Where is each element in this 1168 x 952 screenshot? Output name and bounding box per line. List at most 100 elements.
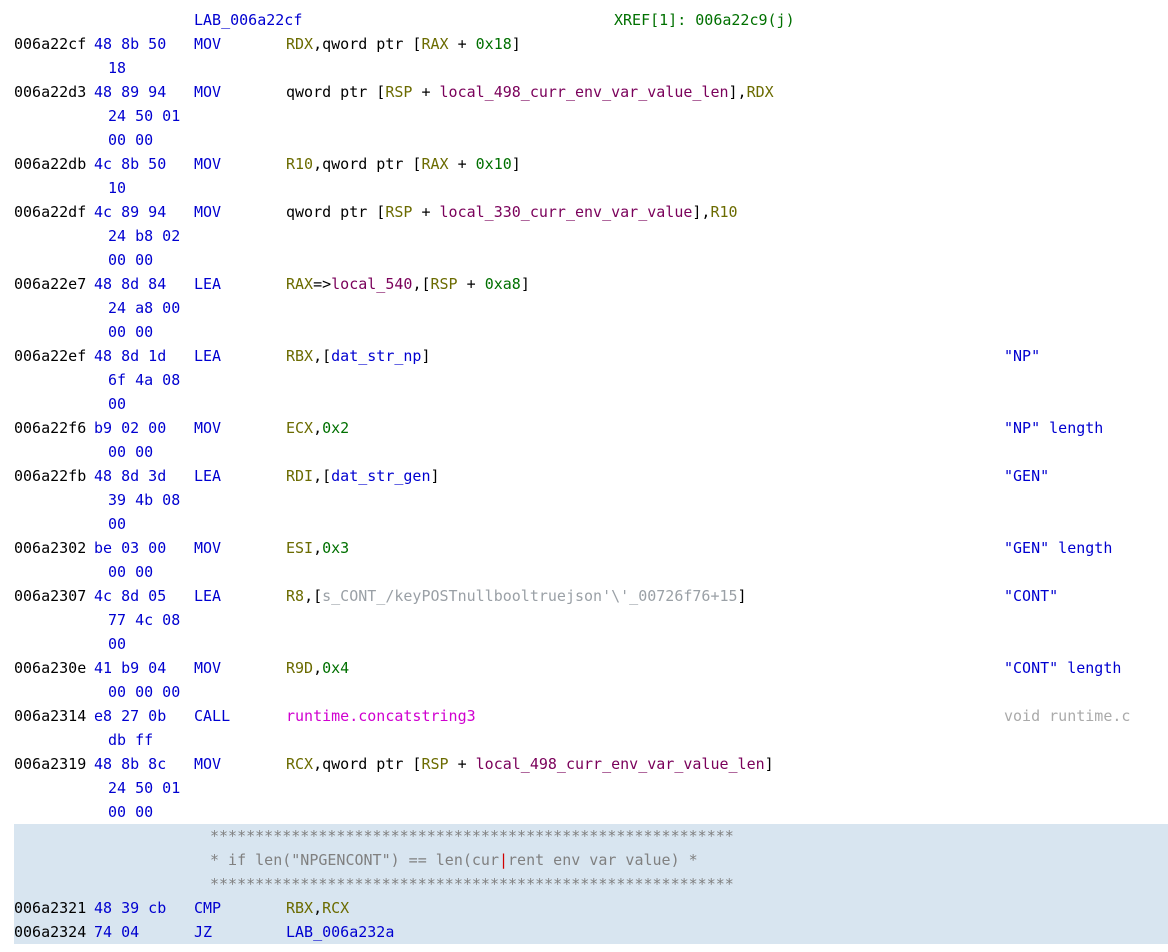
disassembly-listing: LAB_006a22cfXREF[1]: 006a22c9(j)006a22cf… <box>14 8 1168 944</box>
operands: R9D,0x4 <box>286 656 349 680</box>
bytes: 48 89 94 <box>94 80 194 104</box>
instruction-row[interactable]: 006a2314e8 27 0bCALLruntime.concatstring… <box>14 704 1168 728</box>
bytes: 4c 8b 50 <box>94 152 194 176</box>
bytes-continuation: 39 4b 08 <box>14 488 1168 512</box>
bytes: 4c 89 94 <box>94 200 194 224</box>
mnemonic: MOV <box>194 200 286 224</box>
operands: RDX,qword ptr [RAX + 0x18] <box>286 32 521 56</box>
address: 006a2324 <box>14 920 94 944</box>
operands: R8,[s_CONT_/keyPOSTnullbooltruejson'\'_0… <box>286 584 747 608</box>
bytes-continuation: 00 <box>14 392 1168 416</box>
bytes: 48 8d 1d <box>94 344 194 368</box>
mnemonic: MOV <box>194 80 286 104</box>
instruction-row[interactable]: 006a22f6b9 02 00MOVECX,0x2"NP" length <box>14 416 1168 440</box>
instruction-row[interactable]: 006a22df4c 89 94MOVqword ptr [RSP + loca… <box>14 200 1168 224</box>
instruction-row[interactable]: 006a232474 04JZLAB_006a232a <box>14 920 1168 944</box>
address: 006a2319 <box>14 752 94 776</box>
instruction-row[interactable]: 006a2302be 03 00MOVESI,0x3"GEN" length <box>14 536 1168 560</box>
operands: ECX,0x2 <box>286 416 349 440</box>
operands: LAB_006a232a <box>286 920 394 944</box>
label-header: LAB_006a22cfXREF[1]: 006a22c9(j) <box>14 8 1168 32</box>
bytes-continuation: 00 00 <box>14 320 1168 344</box>
mnemonic: JZ <box>194 920 286 944</box>
mnemonic: CMP <box>194 896 286 920</box>
instruction-row[interactable]: 006a23074c 8d 05LEAR8,[s_CONT_/keyPOSTnu… <box>14 584 1168 608</box>
bytes: 74 04 <box>94 920 194 944</box>
operands: RBX,RCX <box>286 896 349 920</box>
eol-comment: "GEN" <box>1004 464 1049 488</box>
address: 006a22df <box>14 200 94 224</box>
bytes-continuation: 00 00 <box>14 248 1168 272</box>
operands: runtime.concatstring3 <box>286 704 476 728</box>
text-cursor: | <box>499 851 508 869</box>
mnemonic: MOV <box>194 32 286 56</box>
operands: qword ptr [RSP + local_498_curr_env_var_… <box>286 80 774 104</box>
bytes-continuation: 00 00 00 <box>14 680 1168 704</box>
bytes-continuation: 24 50 01 <box>14 104 1168 128</box>
address: 006a2314 <box>14 704 94 728</box>
mnemonic: CALL <box>194 704 286 728</box>
instruction-row[interactable]: 006a22db4c 8b 50MOVR10,qword ptr [RAX + … <box>14 152 1168 176</box>
address: 006a22d3 <box>14 80 94 104</box>
instruction-row[interactable]: 006a230e41 b9 04MOVR9D,0x4"CONT" length <box>14 656 1168 680</box>
operands: qword ptr [RSP + local_330_curr_env_var_… <box>286 200 738 224</box>
instruction-row[interactable]: 006a22cf48 8b 50MOVRDX,qword ptr [RAX + … <box>14 32 1168 56</box>
bytes-continuation: 24 b8 02 <box>14 224 1168 248</box>
xref-tag: XREF[1]: <box>614 11 686 29</box>
operands: RAX=>local_540,[RSP + 0xa8] <box>286 272 530 296</box>
eol-comment: "CONT" <box>1004 584 1058 608</box>
bytes-continuation: 24 50 01 <box>14 776 1168 800</box>
bytes-continuation: 00 <box>14 512 1168 536</box>
address: 006a2302 <box>14 536 94 560</box>
instruction-row[interactable]: 006a231948 8b 8cMOVRCX,qword ptr [RSP + … <box>14 752 1168 776</box>
address: 006a22fb <box>14 464 94 488</box>
eol-comment: void runtime.c <box>1004 704 1130 728</box>
instruction-row[interactable]: 006a22e748 8d 84LEARAX=>local_540,[RSP +… <box>14 272 1168 296</box>
address: 006a22cf <box>14 32 94 56</box>
bytes: 4c 8d 05 <box>94 584 194 608</box>
eol-comment: "NP" length <box>1004 416 1103 440</box>
bytes-continuation: 00 00 <box>14 440 1168 464</box>
eol-comment: "CONT" length <box>1004 656 1121 680</box>
mnemonic: MOV <box>194 536 286 560</box>
instruction-row[interactable]: 006a22ef48 8d 1dLEARBX,[dat_str_np]"NP" <box>14 344 1168 368</box>
bytes-continuation: 00 <box>14 632 1168 656</box>
bytes-continuation: db ff <box>14 728 1168 752</box>
instruction-row[interactable]: 006a22fb48 8d 3dLEARDI,[dat_str_gen]"GEN… <box>14 464 1168 488</box>
instruction-row[interactable]: 006a232148 39 cbCMPRBX,RCX <box>14 896 1168 920</box>
address: 006a230e <box>14 656 94 680</box>
bytes-continuation: 00 00 <box>14 128 1168 152</box>
bytes: 48 8d 84 <box>94 272 194 296</box>
bytes: 48 39 cb <box>94 896 194 920</box>
bytes: b9 02 00 <box>94 416 194 440</box>
mnemonic: MOV <box>194 152 286 176</box>
operands: RCX,qword ptr [RSP + local_498_curr_env_… <box>286 752 774 776</box>
bytes: be 03 00 <box>94 536 194 560</box>
xref-location[interactable]: 006a22c9(j) <box>695 11 794 29</box>
address: 006a22f6 <box>14 416 94 440</box>
mnemonic: LEA <box>194 464 286 488</box>
instruction-row[interactable]: 006a22d348 89 94MOVqword ptr [RSP + loca… <box>14 80 1168 104</box>
bytes: 41 b9 04 <box>94 656 194 680</box>
address: 006a22e7 <box>14 272 94 296</box>
bytes-continuation: 6f 4a 08 <box>14 368 1168 392</box>
bytes-continuation: 77 4c 08 <box>14 608 1168 632</box>
address: 006a22db <box>14 152 94 176</box>
operands: RDI,[dat_str_gen] <box>286 464 440 488</box>
operands: ESI,0x3 <box>286 536 349 560</box>
bytes: 48 8b 8c <box>94 752 194 776</box>
bytes: 48 8b 50 <box>94 32 194 56</box>
address: 006a2321 <box>14 896 94 920</box>
eol-comment: "NP" <box>1004 344 1040 368</box>
label-name[interactable]: LAB_006a22cf <box>194 8 614 32</box>
bytes: e8 27 0b <box>94 704 194 728</box>
address: 006a22ef <box>14 344 94 368</box>
mnemonic: LEA <box>194 584 286 608</box>
bytes-continuation: 00 00 <box>14 800 1168 824</box>
operands: R10,qword ptr [RAX + 0x10] <box>286 152 521 176</box>
plate-comment-line: * if len("NPGENCONT") == len(cur|rent en… <box>14 848 1168 872</box>
plate-comment-line: ****************************************… <box>14 872 1168 896</box>
bytes-continuation: 00 00 <box>14 560 1168 584</box>
address: 006a2307 <box>14 584 94 608</box>
mnemonic: LEA <box>194 344 286 368</box>
